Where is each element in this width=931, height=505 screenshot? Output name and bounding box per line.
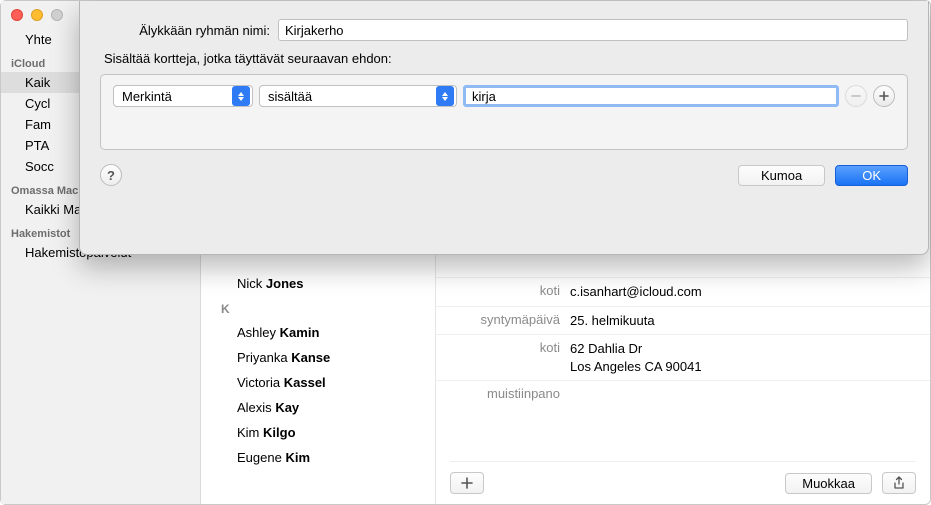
name-label: Älykkään ryhmän nimi: [100, 23, 270, 38]
minus-icon [851, 91, 861, 101]
window-controls [11, 9, 63, 21]
list-section-letter: K [201, 296, 435, 320]
rule-value-input[interactable] [463, 85, 839, 107]
detail-label: muistiinpano [450, 386, 570, 401]
first-name: Eugene [237, 450, 282, 465]
maximize-icon [51, 9, 63, 21]
condition-subtitle: Sisältää kortteja, jotka täyttävät seura… [100, 51, 908, 66]
last-name: Kanse [291, 350, 330, 365]
list-item[interactable]: Alexis Kay [201, 395, 435, 420]
detail-row: syntymäpäivä 25. helmikuuta [436, 306, 930, 335]
rule-operator-select[interactable]: sisältää [259, 85, 457, 107]
first-name: Alexis [237, 400, 272, 415]
rule-row: Merkintä sisältää [113, 85, 895, 107]
rule-operator-value: sisältää [268, 89, 312, 104]
chevrons-icon [436, 86, 454, 106]
edit-button[interactable]: Muokkaa [785, 473, 872, 494]
detail-value [570, 386, 916, 401]
last-name: Kassel [284, 375, 326, 390]
minimize-icon[interactable] [31, 9, 43, 21]
detail-value: 25. helmikuuta [570, 312, 916, 330]
sheet-footer: ? Kumoa OK [100, 164, 908, 186]
detail-row: koti c.isanhart@icloud.com [436, 277, 930, 306]
add-button[interactable] [450, 472, 484, 494]
list-item[interactable]: Kim Kilgo [201, 420, 435, 445]
rule-field-value: Merkintä [122, 89, 172, 104]
group-name-input[interactable] [278, 19, 908, 41]
last-name: Kilgo [263, 425, 296, 440]
first-name: Priyanka [237, 350, 288, 365]
chevrons-icon [232, 86, 250, 106]
plus-icon [879, 91, 889, 101]
detail-value: 62 Dahlia Dr Los Angeles CA 90041 [570, 340, 916, 375]
last-name: Kamin [280, 325, 320, 340]
detail-label: syntymäpäivä [450, 312, 570, 330]
name-row: Älykkään ryhmän nimi: [100, 19, 908, 41]
question-icon: ? [107, 168, 115, 183]
close-icon[interactable] [11, 9, 23, 21]
first-name: Nick [237, 276, 262, 291]
share-icon [893, 476, 905, 490]
last-name: Jones [266, 276, 304, 291]
first-name: Kim [237, 425, 259, 440]
detail-row: muistiinpano [436, 380, 930, 406]
last-name: Kay [275, 400, 299, 415]
rule-field-select[interactable]: Merkintä [113, 85, 253, 107]
list-item[interactable]: Victoria Kassel [201, 370, 435, 395]
first-name: Victoria [237, 375, 280, 390]
detail-row: koti 62 Dahlia Dr Los Angeles CA 90041 [436, 334, 930, 380]
list-item[interactable]: Nick Jones [201, 271, 435, 296]
rules-box: Merkintä sisältää [100, 74, 908, 150]
add-rule-button[interactable] [873, 85, 895, 107]
share-button[interactable] [882, 472, 916, 494]
detail-label: koti [450, 283, 570, 301]
cancel-button[interactable]: Kumoa [738, 165, 825, 186]
remove-rule-button [845, 85, 867, 107]
app-window: Yhte iCloud Kaik Cycl Fam PTA Socc Omass… [0, 0, 931, 505]
list-item[interactable]: Ashley Kamin [201, 320, 435, 345]
last-name: Kim [285, 450, 310, 465]
detail-label: koti [450, 340, 570, 375]
help-button[interactable]: ? [100, 164, 122, 186]
smart-group-sheet: Älykkään ryhmän nimi: Sisältää kortteja,… [79, 1, 929, 255]
plus-icon [461, 477, 473, 489]
detail-toolbar: Muokkaa [450, 461, 916, 494]
first-name: Ashley [237, 325, 276, 340]
list-item[interactable]: Priyanka Kanse [201, 345, 435, 370]
detail-value: c.isanhart@icloud.com [570, 283, 916, 301]
list-item[interactable]: Eugene Kim [201, 445, 435, 470]
ok-button[interactable]: OK [835, 165, 908, 186]
